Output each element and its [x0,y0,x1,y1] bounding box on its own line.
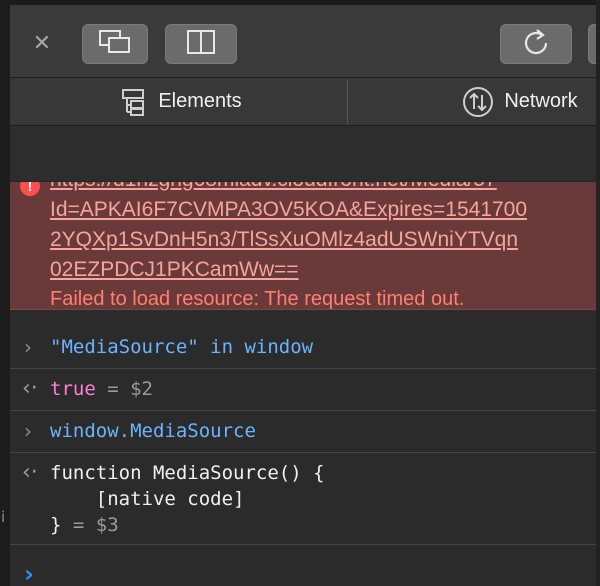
network-icon [462,86,494,118]
reload-icon [520,26,552,63]
inspector-toolbar: ✕ [10,5,600,78]
left-window-strip: i [0,0,10,586]
error-url-line-4[interactable]: 02EZPDCJ1PKCamWw== [50,256,299,283]
dock-undock-icon [98,28,132,61]
function-line-3: } = $3 [50,512,119,538]
error-message: ! https://d1nzgng68mladv.cloudfront.net/… [10,182,600,310]
tab-divider [347,80,348,124]
result-true: true [50,378,96,400]
function-line-1[interactable]: function MediaSource() { [50,460,325,486]
command-text[interactable]: window.MediaSource [50,418,256,444]
split-view-button[interactable] [165,24,237,64]
console-input-entry: › "MediaSource" in window [10,327,600,369]
elements-icon [118,88,148,116]
undock-button[interactable] [82,24,148,64]
input-chevron-icon: › [24,419,32,443]
error-text: Failed to load resource: The request tim… [50,288,465,310]
function-close-brace: } [50,514,73,536]
command-object: window [244,336,314,358]
result-ref: = $2 [95,378,153,400]
result-arrow-icon: ‹· [22,460,38,485]
error-url-line-1[interactable]: https://d1nzgng68mladv.cloudfront.net/Me… [50,182,497,193]
reload-button[interactable] [500,24,572,64]
result-arrow-icon: ‹· [22,376,38,401]
command-keyword: in [198,336,245,358]
tab-elements[interactable]: Elements [100,78,260,125]
console-input-entry: › window.MediaSource [10,411,600,453]
tab-network[interactable]: Network [435,78,600,125]
function-line-2: [native code] [50,488,245,510]
command-text[interactable]: "MediaSource" in window [50,334,313,360]
console-log: ! https://d1nzgng68mladv.cloudfront.net/… [10,182,600,586]
error-url-line-2[interactable]: Id=APKAI6F7CVMPA3OV5KOA&Expires=1541700 [50,196,527,223]
console-prompt-icon[interactable]: › [24,560,34,586]
right-edge [596,0,600,586]
background-text-fragment: i [1,508,6,526]
tab-bar: Elements Network [10,78,600,126]
function-ref: = $3 [72,514,119,536]
tab-elements-label: Elements [158,90,242,112]
console-output-entry: ‹· true = $2 [10,369,600,411]
tab-network-label: Network [504,90,578,112]
console-filter-bar [10,126,600,182]
split-view-icon [184,28,218,61]
error-url-line-3[interactable]: 2YQXp1SvDnH5n3/TlSsXuOMlz4adUSWniYTVqn [50,226,518,253]
command-string: "MediaSource" [50,336,199,358]
input-chevron-icon: › [24,335,32,359]
error-icon: ! [20,182,40,196]
result-value[interactable]: true = $2 [50,376,153,402]
close-icon[interactable]: ✕ [30,32,54,56]
console-output-entry: ‹· function MediaSource() { [native code… [10,453,600,545]
